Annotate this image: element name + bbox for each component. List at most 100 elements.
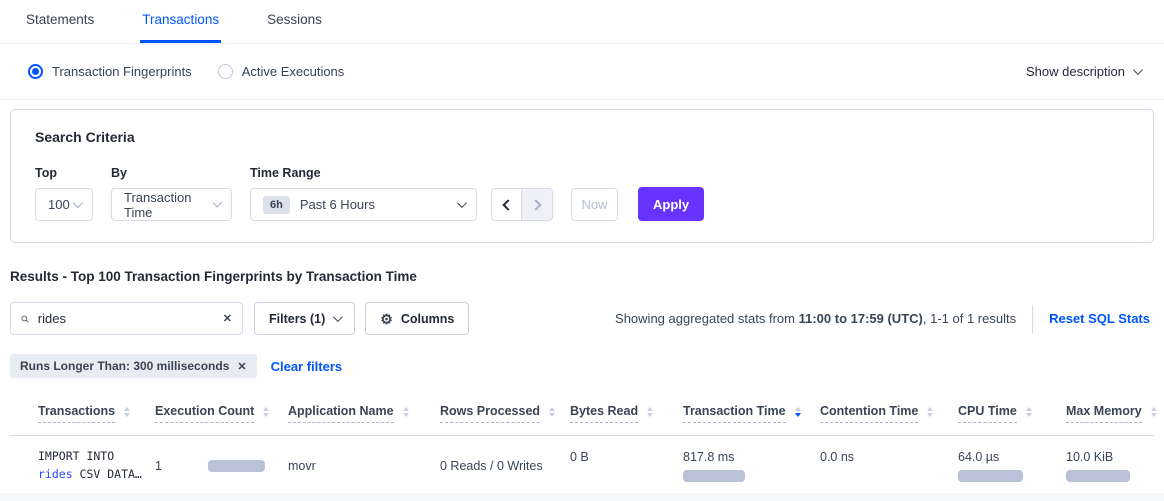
radio-unselected-icon	[218, 64, 233, 79]
search-criteria-form: Top 100 By Transaction Time Time Range 6…	[35, 166, 1129, 221]
filters-button[interactable]: Filters (1)	[254, 302, 355, 335]
sort-icon	[1026, 407, 1032, 417]
max-memory-bar	[1066, 470, 1130, 482]
stats-suffix: , 1-1 of 1 results	[923, 311, 1016, 326]
sort-icon-active-desc	[795, 407, 801, 417]
column-header-transactions[interactable]: Transactions	[10, 394, 145, 436]
statement-line-2: rides CSV DATA…	[38, 466, 139, 484]
search-box: ✕	[10, 302, 243, 335]
column-header-transaction-time[interactable]: Transaction Time	[673, 394, 810, 436]
statement-rest: CSV DATA…	[73, 467, 142, 481]
apply-button[interactable]: Apply	[638, 187, 704, 221]
table-row: IMPORT INTO rides CSV DATA… 1 movr 0 Rea…	[10, 436, 1154, 494]
chevron-left-icon	[502, 199, 513, 210]
max-memory-value: 10.0 KiB	[1066, 450, 1148, 464]
radio-active-executions[interactable]: Active Executions	[218, 64, 345, 79]
time-range-prev-button[interactable]	[491, 188, 522, 221]
sql-activity-tabbar: Statements Transactions Sessions	[0, 0, 1164, 44]
view-toggle-row: Transaction Fingerprints Active Executio…	[0, 44, 1164, 100]
by-select-value: Transaction Time	[124, 190, 213, 220]
results-heading: Results - Top 100 Transaction Fingerprin…	[10, 269, 1154, 284]
divider	[1032, 305, 1033, 333]
clear-filters-link[interactable]: Clear filters	[271, 359, 343, 374]
show-description-label: Show description	[1026, 64, 1125, 79]
cpu-time-value: 64.0 µs	[958, 450, 1050, 464]
sort-icon	[927, 407, 933, 417]
cell-transaction-statement: IMPORT INTO rides CSV DATA…	[10, 436, 145, 494]
transaction-time-value: 817.8 ms	[683, 450, 804, 464]
tab-statements[interactable]: Statements	[24, 0, 96, 43]
cell-max-memory: 10.0 KiB	[1056, 436, 1154, 494]
cell-execution-count: 1	[145, 436, 278, 494]
reset-sql-stats-link[interactable]: Reset SQL Stats	[1049, 311, 1150, 326]
stats-prefix: Showing aggregated stats from	[615, 311, 799, 326]
chevron-right-icon	[530, 199, 541, 210]
sort-icon	[647, 407, 653, 417]
cell-transaction-time: 817.8 ms	[673, 436, 810, 494]
column-header-rows-processed[interactable]: Rows Processed	[430, 394, 560, 436]
radio-label: Transaction Fingerprints	[52, 64, 192, 79]
sort-icon	[124, 407, 130, 417]
radio-selected-icon	[28, 64, 43, 79]
cell-contention-time: 0.0 ns	[810, 436, 948, 494]
sort-icon	[549, 407, 555, 417]
table-name-link[interactable]: rides	[38, 467, 73, 481]
radio-transaction-fingerprints[interactable]: Transaction Fingerprints	[28, 64, 192, 79]
filter-chip-row: Runs Longer Than: 300 milliseconds ✕ Cle…	[10, 354, 1154, 378]
execution-count-value: 1	[155, 459, 162, 473]
column-header-contention-time[interactable]: Contention Time	[810, 394, 948, 436]
table-header-row: Transactions Execution Count Application…	[10, 394, 1154, 436]
transactions-table: Transactions Execution Count Application…	[10, 394, 1154, 493]
tab-sessions[interactable]: Sessions	[265, 0, 324, 43]
bytes-read-value: 0 B	[570, 450, 667, 464]
filters-label: Filters (1)	[269, 312, 325, 326]
time-range-nav	[491, 188, 553, 221]
results-controls: ✕ Filters (1) ⚙ Columns Showing aggregat…	[10, 302, 1154, 335]
stats-range: 11:00 to 17:59 (UTC)	[799, 311, 923, 326]
column-header-max-memory[interactable]: Max Memory	[1056, 394, 1154, 436]
top-select[interactable]: 100	[35, 188, 93, 221]
filter-chip-label: Runs Longer Than: 300 milliseconds	[20, 359, 229, 373]
search-icon	[21, 312, 29, 326]
by-select[interactable]: Transaction Time	[111, 188, 232, 221]
sort-icon	[263, 407, 269, 417]
top-select-value: 100	[48, 197, 70, 212]
time-range-next-button[interactable]	[522, 188, 553, 221]
top-field: Top 100	[35, 166, 93, 221]
remove-filter-icon[interactable]: ✕	[237, 360, 246, 373]
cell-bytes-read: 0 B	[560, 436, 673, 494]
cpu-time-bar	[958, 470, 1023, 482]
chevron-down-icon	[1133, 65, 1143, 75]
sort-icon	[403, 407, 409, 417]
search-criteria-title: Search Criteria	[35, 129, 1129, 145]
search-criteria-card: Search Criteria Top 100 By Transaction T…	[10, 109, 1154, 243]
statement-line-1: IMPORT INTO	[38, 448, 139, 466]
search-input[interactable]	[38, 311, 214, 326]
clear-search-icon[interactable]: ✕	[223, 312, 232, 325]
column-header-application-name[interactable]: Application Name	[278, 394, 430, 436]
gear-icon: ⚙	[380, 312, 393, 326]
chevron-down-icon	[457, 198, 467, 208]
chevron-down-icon	[73, 198, 83, 208]
radio-label: Active Executions	[242, 64, 345, 79]
tab-transactions[interactable]: Transactions	[140, 0, 221, 43]
column-header-execution-count[interactable]: Execution Count	[145, 394, 278, 436]
by-field: By Transaction Time	[111, 166, 232, 221]
chevron-down-icon	[213, 198, 222, 207]
chevron-down-icon	[333, 312, 343, 322]
column-header-bytes-read[interactable]: Bytes Read	[560, 394, 673, 436]
columns-button[interactable]: ⚙ Columns	[365, 302, 469, 335]
by-label: By	[111, 166, 232, 180]
sql-activity-page: Statements Transactions Sessions Transac…	[0, 0, 1164, 493]
now-button[interactable]: Now	[571, 188, 618, 221]
column-header-cpu-time[interactable]: CPU Time	[948, 394, 1056, 436]
aggregated-stats-text: Showing aggregated stats from 11:00 to 1…	[615, 311, 1016, 326]
show-description-toggle[interactable]: Show description	[1026, 64, 1140, 79]
time-range-select[interactable]: 6h Past 6 Hours	[250, 188, 477, 221]
time-range-label: Time Range	[250, 166, 477, 180]
transaction-time-bar	[683, 470, 745, 482]
top-label: Top	[35, 166, 93, 180]
filter-chip: Runs Longer Than: 300 milliseconds ✕	[10, 354, 257, 378]
cell-cpu-time: 64.0 µs	[948, 436, 1056, 494]
transaction-statement-link[interactable]: IMPORT INTO rides CSV DATA…	[38, 448, 139, 484]
